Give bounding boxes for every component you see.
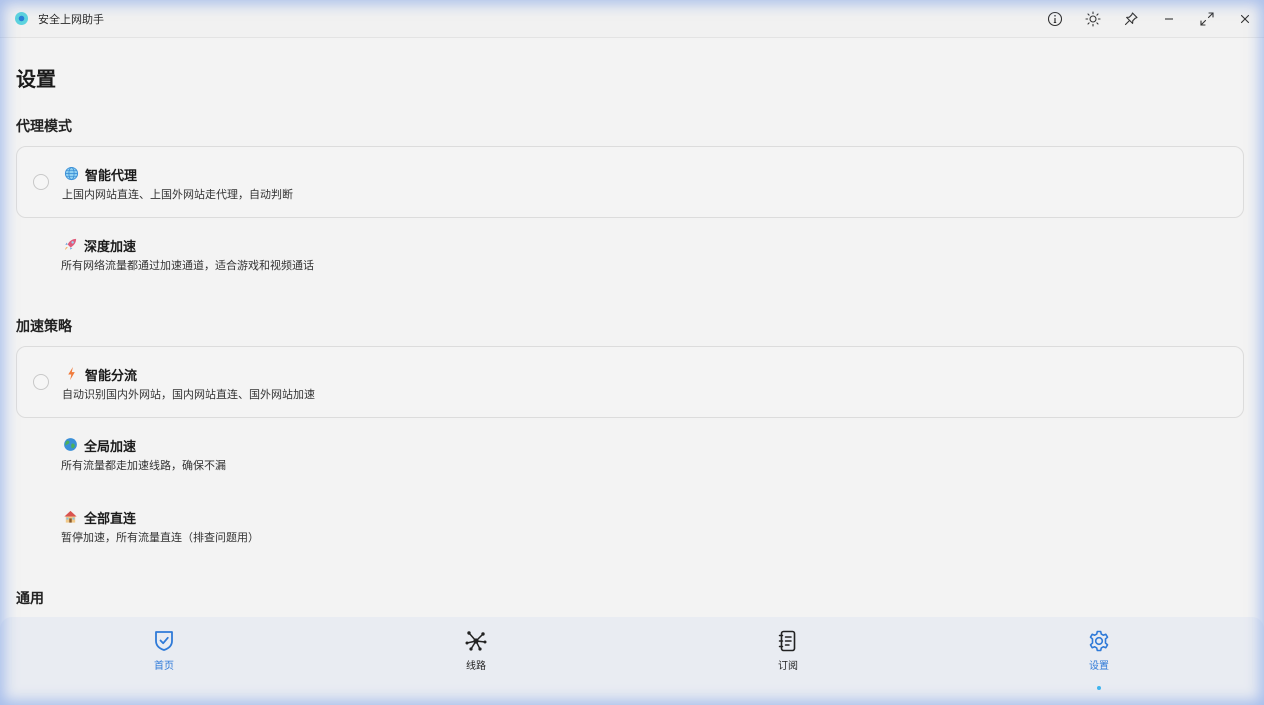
nav-label: 线路 [466, 661, 486, 672]
section-title-general: 通用 [16, 591, 44, 607]
bottom-navigation: 首页 线路 订阅 设置 [0, 617, 1264, 705]
radio-button[interactable] [33, 374, 49, 390]
option-title: 全局加速 [84, 440, 137, 455]
info-button[interactable] [1042, 7, 1068, 31]
nav-item-home[interactable]: 首页 [134, 629, 194, 681]
close-icon [1240, 14, 1250, 24]
maximize-button[interactable] [1194, 7, 1220, 31]
option-description: 自动识别国内外网站，国内网站直连、国外网站加速 [62, 388, 315, 401]
nav-label: 设置 [1089, 661, 1109, 672]
lightning-icon [63, 365, 79, 381]
network-nodes-icon [465, 631, 487, 651]
earth-icon [62, 436, 78, 452]
option-smart-split[interactable]: 智能分流 自动识别国内外网站，国内网站直连、国外网站加速 [16, 346, 1244, 418]
theme-toggle-button[interactable] [1080, 7, 1106, 31]
option-title: 智能分流 [85, 369, 138, 384]
nav-item-settings[interactable]: 设置 [1069, 629, 1129, 690]
settings-content[interactable]: 设置 代理模式 智能代理 上国内网站直连、上国外网站走代理，自动判断 深度加速 … [0, 38, 1264, 618]
radio-button[interactable] [33, 174, 49, 190]
title-bar: 安全上网助手 [0, 0, 1264, 38]
page-title: 设置 [16, 67, 56, 91]
globe-icon [63, 165, 79, 181]
notebook-icon [778, 630, 796, 652]
option-description: 上国内网站直连、上国外网站走代理，自动判断 [62, 188, 293, 201]
gear-icon [1089, 630, 1109, 652]
nav-item-routes[interactable]: 线路 [446, 629, 506, 681]
option-title: 智能代理 [85, 169, 138, 184]
shield-check-icon [155, 631, 173, 651]
option-smart-proxy[interactable]: 智能代理 上国内网站直连、上国外网站走代理，自动判断 [16, 146, 1244, 218]
option-description: 所有流量都走加速线路，确保不漏 [61, 459, 226, 472]
nav-label: 首页 [154, 661, 174, 672]
info-icon [1047, 11, 1063, 27]
nav-label: 订阅 [778, 661, 798, 672]
window-title: 安全上网助手 [38, 13, 104, 26]
house-icon [62, 508, 78, 524]
nav-item-subscription[interactable]: 订阅 [758, 629, 818, 681]
option-description: 暂停加速，所有流量直连（排查问题用） [61, 531, 259, 544]
maximize-icon [1200, 12, 1214, 26]
section-title-strategy: 加速策略 [16, 319, 72, 335]
minimize-button[interactable] [1156, 7, 1182, 31]
rocket-icon [62, 236, 78, 252]
close-button[interactable] [1232, 7, 1258, 31]
option-global-acceleration[interactable]: 全局加速 所有流量都走加速线路，确保不漏 [16, 418, 1244, 490]
section-title-proxy-mode: 代理模式 [16, 119, 72, 135]
option-all-direct[interactable]: 全部直连 暂停加速，所有流量直连（排查问题用） [16, 490, 1244, 562]
pin-icon [1124, 12, 1138, 26]
active-indicator-dot [1097, 686, 1101, 690]
pin-button[interactable] [1118, 7, 1144, 31]
option-description: 所有网络流量都通过加速通道，适合游戏和视频通话 [61, 259, 314, 272]
option-title: 全部直连 [84, 512, 137, 527]
option-title: 深度加速 [84, 240, 137, 255]
option-deep-acceleration[interactable]: 深度加速 所有网络流量都通过加速通道，适合游戏和视频通话 [16, 218, 1244, 290]
theme-sun-icon [1085, 11, 1101, 27]
minimize-icon [1165, 18, 1173, 20]
app-logo-icon [15, 12, 28, 25]
